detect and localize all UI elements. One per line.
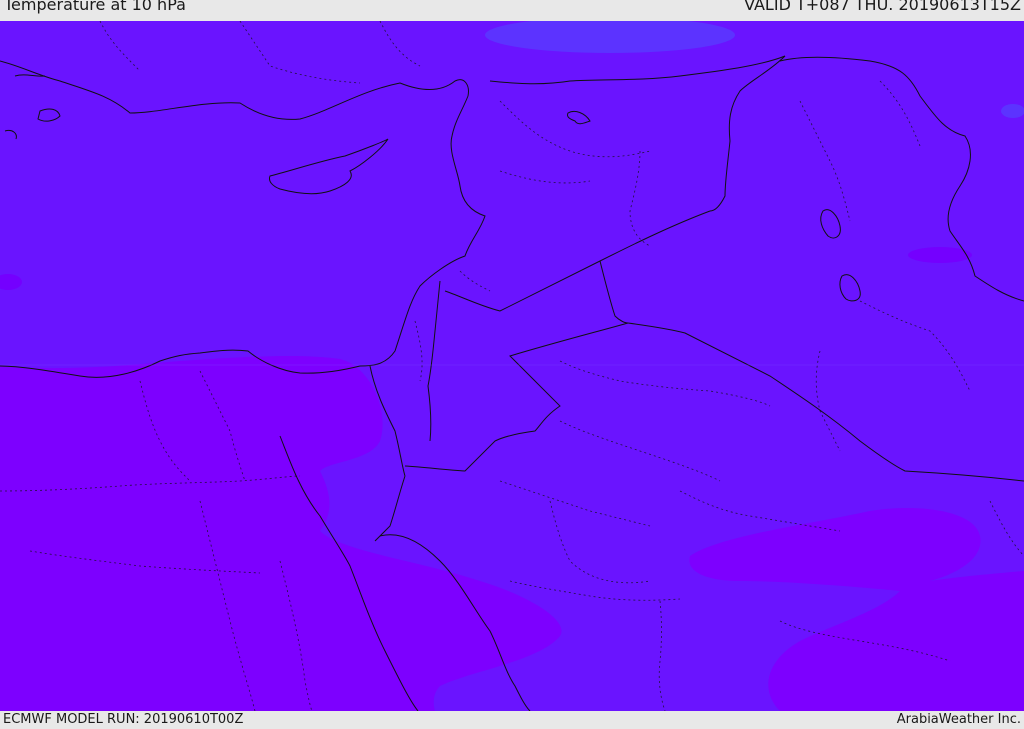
map-canvas[interactable]	[0, 21, 1024, 711]
temperature-field-cool-spot-east	[1001, 104, 1024, 118]
header-bar: Temperature at 10 hPa VALID T+087 THU. 2…	[0, 0, 1024, 21]
credit-label: ArabiaWeather Inc.	[896, 712, 1021, 727]
model-run-label: ECMWF MODEL RUN: 20190610T00Z	[3, 712, 244, 727]
footer-bar: ECMWF MODEL RUN: 20190610T00Z ArabiaWeat…	[0, 711, 1024, 729]
map-svg	[0, 21, 1024, 711]
valid-time-label: VALID T+087 THU. 20190613T15Z	[744, 0, 1021, 14]
map-title: Temperature at 10 hPa	[4, 0, 186, 14]
